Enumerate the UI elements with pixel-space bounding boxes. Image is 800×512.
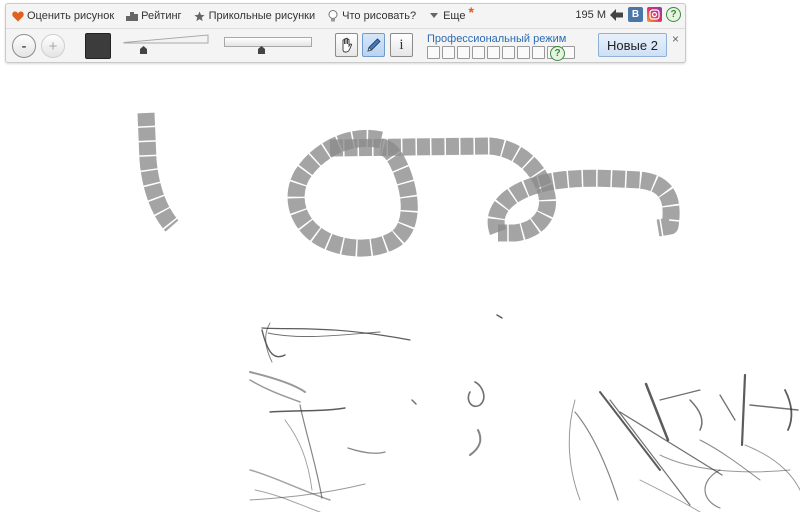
info-button[interactable]: i — [390, 33, 413, 57]
brush-size-slider-thumb[interactable] — [140, 46, 147, 54]
drawing-canvas[interactable] — [0, 64, 800, 512]
brush-size-slider-track[interactable] — [123, 34, 209, 44]
rate-drawing-label: Оценить рисунок — [27, 10, 115, 22]
rating-link[interactable]: Рейтинг — [126, 10, 182, 22]
instagram-icon[interactable] — [647, 7, 662, 22]
views-counter: 195 М — [575, 8, 606, 21]
rate-drawing-link[interactable]: Оценить рисунок — [12, 10, 114, 22]
hand-tool-button[interactable] — [335, 33, 358, 57]
podium-icon — [126, 10, 139, 22]
pro-mode-slot[interactable] — [457, 46, 470, 59]
pro-mode-slot[interactable] — [517, 46, 530, 59]
what-to-draw-link[interactable]: Что рисовать? — [327, 9, 417, 22]
back-arrow-icon[interactable] — [610, 8, 624, 21]
opacity-slider-thumb[interactable] — [258, 46, 265, 54]
pro-mode-help-icon[interactable]: ? — [550, 46, 565, 61]
lightbulb-icon — [327, 9, 339, 22]
rating-label: Рейтинг — [141, 10, 182, 22]
star-icon — [194, 10, 206, 22]
pro-mode-slot[interactable] — [442, 46, 455, 59]
brush-decrease-button[interactable]: - — [12, 34, 36, 58]
funny-drawings-link[interactable]: Прикольные рисунки — [194, 10, 316, 22]
more-menu[interactable]: Еще * — [428, 4, 474, 24]
pro-mode-slot[interactable] — [532, 46, 545, 59]
more-label: Еще — [443, 10, 466, 22]
pencil-icon — [366, 37, 382, 53]
opacity-slider-track[interactable] — [224, 37, 312, 47]
drawing-toolbar: Оценить рисунок Рейтинг Прикольные рисун… — [5, 3, 686, 63]
close-toolbar-icon[interactable]: × — [672, 32, 679, 46]
pencil-tool-button[interactable] — [362, 33, 385, 57]
sketch-lines — [249, 314, 800, 512]
help-icon[interactable]: ? — [666, 7, 681, 22]
tool-row: - + i Профессиональный режим ? Новые 2 × — [6, 29, 685, 64]
caret-down-icon — [428, 10, 440, 22]
thick-brush-strokes — [137, 112, 680, 257]
pro-mode-slot[interactable] — [502, 46, 515, 59]
pro-mode-link[interactable]: Профессиональный режим — [427, 33, 566, 45]
pro-mode-slot[interactable] — [487, 46, 500, 59]
heart-icon — [12, 10, 24, 22]
vk-share-icon[interactable]: B — [628, 7, 643, 22]
brush-increase-button[interactable]: + — [41, 34, 65, 58]
hand-icon — [339, 37, 355, 53]
top-menu-bar: Оценить рисунок Рейтинг Прикольные рисун… — [6, 4, 685, 29]
color-picker-swatch[interactable] — [85, 33, 111, 59]
new-indicator-star: * — [468, 4, 474, 20]
new-drawings-button[interactable]: Новые 2 — [598, 33, 667, 57]
funny-drawings-label: Прикольные рисунки — [208, 10, 316, 22]
what-to-draw-label: Что рисовать? — [342, 10, 417, 22]
toolbar-right-group: 195 М B ? — [575, 7, 681, 22]
pro-mode-slot[interactable] — [427, 46, 440, 59]
pro-mode-slot[interactable] — [472, 46, 485, 59]
